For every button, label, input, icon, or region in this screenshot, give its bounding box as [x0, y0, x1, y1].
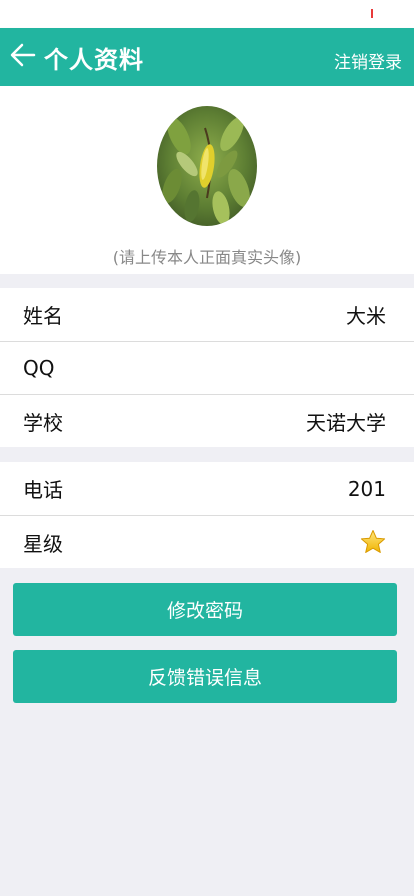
row-value: 天诺大学 — [306, 410, 386, 435]
row-label: 星级 — [23, 531, 63, 556]
profile-row-qq[interactable]: QQ — [0, 341, 414, 394]
avatar-upload-hint: (请上传本人正面真实头像) — [112, 248, 302, 267]
change-password-button[interactable]: 修改密码 — [13, 583, 397, 636]
status-indicator — [371, 9, 373, 18]
logout-button[interactable]: 注销登录 — [334, 48, 402, 73]
row-label: 姓名 — [23, 304, 63, 328]
avatar-section: (请上传本人正面真实头像) — [0, 86, 414, 274]
profile-row-name[interactable]: 姓名 大米 — [0, 288, 414, 341]
page-title: 个人资料 — [44, 46, 144, 74]
row-label: 学校 — [23, 410, 63, 435]
status-bar — [0, 0, 414, 28]
row-value: 大米 — [346, 304, 386, 328]
row-label: QQ — [23, 356, 55, 380]
arrow-left-icon[interactable] — [10, 41, 36, 69]
star-icon — [360, 530, 386, 553]
profile-group-contact: 电话 201 星级 — [0, 462, 414, 568]
row-label: 电话 — [23, 478, 63, 502]
avatar-image — [157, 106, 257, 226]
profile-row-school[interactable]: 学校 天诺大学 — [0, 394, 414, 447]
row-value: 201 — [347, 476, 386, 501]
nav-bar: 个人资料 注销登录 — [0, 28, 414, 86]
profile-row-phone[interactable]: 电话 201 — [0, 462, 414, 515]
avatar[interactable] — [157, 106, 257, 226]
profile-group-basic: 姓名 大米 QQ 学校 天诺大学 — [0, 288, 414, 447]
profile-row-rating[interactable]: 星级 — [0, 515, 414, 568]
feedback-button[interactable]: 反馈错误信息 — [13, 650, 397, 703]
